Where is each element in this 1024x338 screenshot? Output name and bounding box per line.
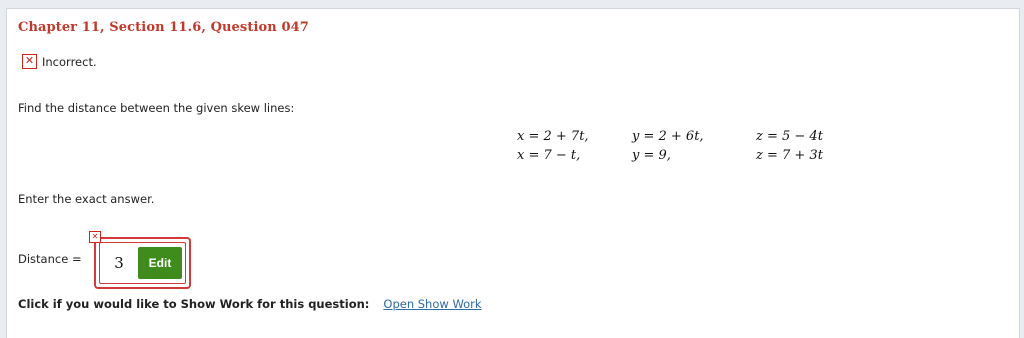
show-work-row: Click if you would like to Show Work for…: [18, 297, 482, 311]
answer-incorrect-x-icon: ✕: [89, 231, 101, 243]
equation-y-1: y = 2 + 6t,: [632, 129, 704, 144]
equation-z-1: z = 5 − 4t: [756, 129, 823, 144]
answer-row: Distance = 3 Edit ✕: [18, 231, 318, 289]
status-row: ✕ Incorrect.: [22, 54, 97, 69]
edit-button[interactable]: Edit: [138, 247, 182, 279]
open-show-work-link[interactable]: Open Show Work: [383, 297, 481, 311]
question-title: Chapter 11, Section 11.6, Question 047: [18, 20, 309, 35]
equation-y-2: y = 9,: [632, 148, 671, 163]
answer-value[interactable]: 3: [100, 254, 138, 272]
question-panel: Chapter 11, Section 11.6, Question 047 ✕…: [6, 8, 1020, 338]
answer-label: Distance =: [18, 252, 82, 266]
incorrect-x-icon: ✕: [22, 54, 37, 69]
show-work-prompt: Click if you would like to Show Work for…: [18, 297, 370, 311]
question-prompt: Find the distance between the given skew…: [18, 101, 295, 115]
answer-field[interactable]: 3 Edit: [99, 242, 186, 284]
status-text: Incorrect.: [42, 54, 97, 69]
instruction-text: Enter the exact answer.: [18, 192, 155, 206]
equation-x-2: x = 7 − t,: [517, 148, 581, 163]
answer-box[interactable]: 3 Edit: [94, 237, 191, 289]
equation-x-1: x = 2 + 7t,: [517, 129, 589, 144]
equation-z-2: z = 7 + 3t: [756, 148, 823, 163]
